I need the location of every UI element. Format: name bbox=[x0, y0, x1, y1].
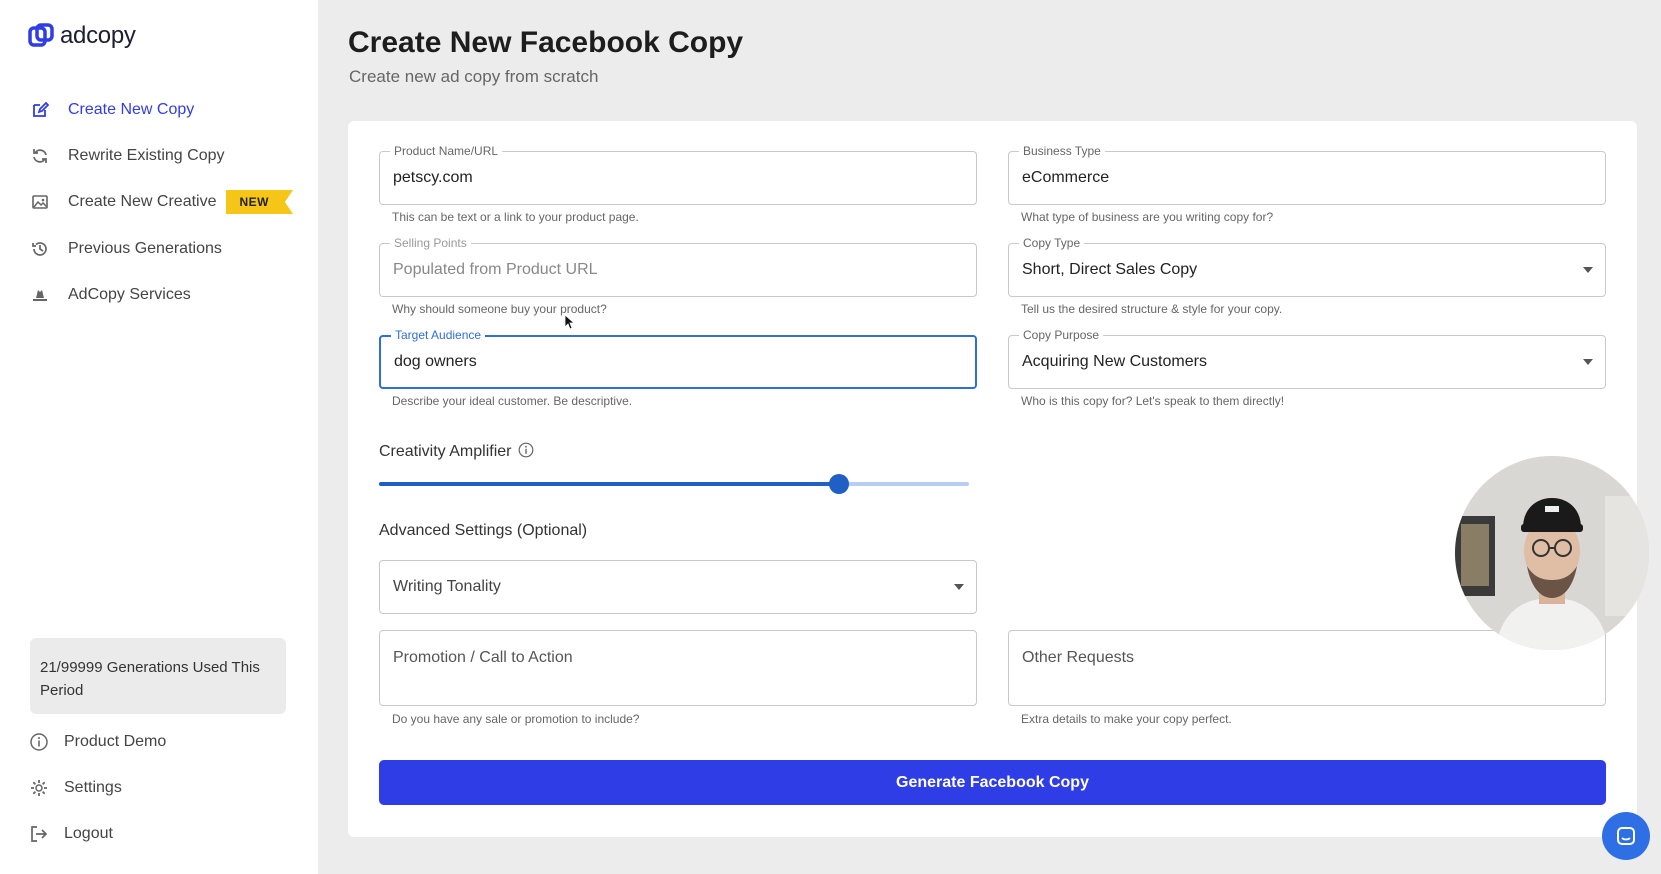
usage-counter: 21/99999 Generations Used This Period bbox=[30, 638, 286, 714]
target-audience-field[interactable]: Target Audience dog owners bbox=[379, 328, 977, 389]
business-type-field[interactable]: Business Type eCommerce bbox=[1008, 144, 1606, 205]
promotion-field[interactable]: Promotion / Call to Action bbox=[379, 630, 977, 706]
field-value: eCommerce bbox=[1022, 169, 1110, 186]
slider-fill bbox=[379, 482, 840, 486]
writing-tonality-select[interactable]: Writing Tonality bbox=[379, 560, 977, 614]
info-icon bbox=[28, 731, 50, 753]
webcam-overlay bbox=[1455, 456, 1649, 650]
sidebar-item-adcopy-services[interactable]: AdCopy Services bbox=[30, 281, 191, 309]
presenter-video bbox=[1455, 456, 1649, 650]
sidebar-item-previous-generations[interactable]: Previous Generations bbox=[30, 235, 222, 263]
sidebar-item-logout[interactable]: Logout bbox=[28, 820, 113, 848]
chat-icon bbox=[1617, 827, 1635, 845]
sidebar-item-label: AdCopy Services bbox=[68, 286, 191, 303]
field-value: petscy.com bbox=[393, 169, 473, 186]
logout-icon bbox=[28, 823, 50, 845]
field-helper: Do you have any sale or promotion to inc… bbox=[392, 712, 640, 726]
field-placeholder: Populated from Product URL bbox=[393, 261, 598, 278]
sidebar-item-label: Previous Generations bbox=[68, 240, 222, 257]
sidebar: adcopy Create New Copy Rewrite Existing … bbox=[0, 0, 318, 874]
product-name-field[interactable]: Product Name/URL petscy.com bbox=[379, 144, 977, 205]
brand-logo[interactable]: adcopy bbox=[28, 22, 136, 50]
logo-icon bbox=[28, 23, 54, 47]
field-placeholder: Promotion / Call to Action bbox=[393, 649, 573, 666]
chevron-down-icon bbox=[1583, 267, 1593, 273]
sidebar-item-label: Rewrite Existing Copy bbox=[68, 147, 225, 164]
info-icon[interactable] bbox=[518, 442, 534, 458]
copy-purpose-select[interactable]: Copy Purpose Acquiring New Customers bbox=[1008, 328, 1606, 389]
creativity-label-row: Creativity Amplifier bbox=[379, 442, 534, 461]
chat-launcher-button[interactable] bbox=[1602, 812, 1650, 860]
field-helper: This can be text or a link to your produ… bbox=[392, 210, 639, 224]
sidebar-item-settings[interactable]: Settings bbox=[28, 774, 122, 802]
field-value: dog owners bbox=[394, 353, 477, 370]
chevron-down-icon bbox=[1583, 359, 1593, 365]
form-card bbox=[348, 121, 1637, 837]
field-helper: Who is this copy for? Let's speak to the… bbox=[1021, 394, 1285, 408]
creativity-slider[interactable] bbox=[379, 474, 969, 494]
app-window: adcopy Create New Copy Rewrite Existing … bbox=[0, 0, 1661, 874]
generate-button[interactable]: Generate Facebook Copy bbox=[379, 760, 1606, 805]
page-subtitle: Create new ad copy from scratch bbox=[349, 67, 599, 86]
sidebar-item-label: Create New Creative bbox=[68, 193, 217, 210]
sidebar-item-create-new-creative[interactable]: Create New Creative NEW bbox=[30, 188, 293, 216]
sidebar-item-label: Logout bbox=[64, 825, 113, 842]
chevron-down-icon bbox=[954, 584, 964, 590]
advanced-settings-label: Advanced Settings (Optional) bbox=[379, 522, 588, 539]
field-helper: What type of business are you writing co… bbox=[1021, 210, 1274, 224]
sidebar-item-label: Product Demo bbox=[64, 733, 167, 750]
image-icon bbox=[30, 192, 50, 212]
field-helper: Extra details to make your copy perfect. bbox=[1021, 712, 1232, 726]
field-placeholder: Other Requests bbox=[1022, 649, 1135, 666]
copy-type-select[interactable]: Copy Type Short, Direct Sales Copy bbox=[1008, 236, 1606, 297]
hat-icon bbox=[30, 285, 50, 305]
field-value: Acquiring New Customers bbox=[1022, 353, 1207, 370]
field-helper: Describe your ideal customer. Be descrip… bbox=[392, 394, 633, 408]
field-helper: Tell us the desired structure & style fo… bbox=[1021, 302, 1283, 316]
new-badge: NEW bbox=[225, 190, 293, 214]
brand-name: adcopy bbox=[60, 22, 136, 49]
sidebar-item-label: Create New Copy bbox=[68, 101, 195, 118]
creativity-label: Creativity Amplifier bbox=[379, 443, 512, 460]
edit-icon bbox=[30, 100, 50, 120]
field-placeholder: Writing Tonality bbox=[393, 578, 501, 595]
gear-icon bbox=[28, 777, 50, 799]
sidebar-item-product-demo[interactable]: Product Demo bbox=[28, 728, 166, 756]
field-value: Short, Direct Sales Copy bbox=[1022, 261, 1198, 278]
history-icon bbox=[30, 239, 50, 259]
sidebar-item-create-new-copy[interactable]: Create New Copy bbox=[30, 96, 194, 124]
refresh-icon bbox=[30, 146, 50, 166]
sidebar-item-label: Settings bbox=[64, 779, 122, 796]
page-title: Create New Facebook Copy bbox=[348, 26, 744, 59]
selling-points-field[interactable]: Selling Points Populated from Product UR… bbox=[379, 236, 977, 297]
sidebar-item-rewrite-existing-copy[interactable]: Rewrite Existing Copy bbox=[30, 142, 225, 170]
mouse-cursor-icon bbox=[564, 314, 576, 330]
